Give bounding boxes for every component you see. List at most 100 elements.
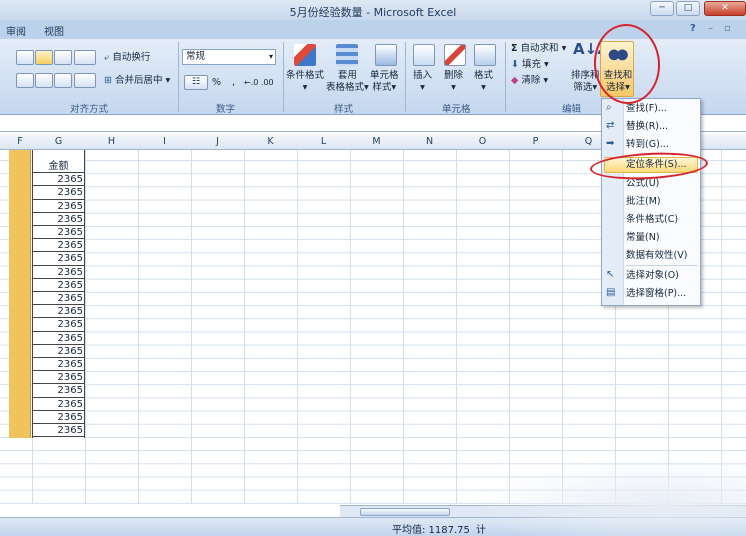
chevron-down-icon: ▾ [541, 59, 549, 70]
table-format-icon[interactable] [336, 44, 358, 66]
scrollbar-thumb[interactable] [360, 508, 450, 516]
title-bar: 5月份经验数量 - Microsoft Excel ─ □ ✕ [0, 0, 746, 20]
group-divider [283, 42, 284, 112]
align-bottom-icon[interactable] [54, 50, 72, 65]
table-cell[interactable]: 2365 [32, 252, 85, 266]
tab-review[interactable]: 审阅 [6, 23, 26, 38]
menu-item-select-objects[interactable]: 选择对象(O) [626, 268, 679, 284]
column-header-g[interactable]: G [32, 136, 85, 147]
column-header-l[interactable]: L [297, 136, 350, 147]
group-label-cells: 单元格 [442, 104, 471, 115]
amount-header-cell[interactable]: 金额 [32, 160, 85, 174]
chevron-down-icon: ▾ [391, 82, 397, 93]
group-label-style: 样式 [334, 104, 354, 115]
cell-style-icon[interactable] [375, 44, 397, 66]
menu-item-comments[interactable]: 批注(M) [626, 194, 661, 210]
column-header-i[interactable]: I [138, 136, 191, 147]
menu-item-conditional-format[interactable]: 条件格式(C) [626, 212, 678, 228]
table-cell[interactable]: 2365 [32, 226, 85, 240]
currency-icon[interactable]: ☷ [184, 75, 208, 90]
table-cell[interactable]: 2365 [32, 318, 85, 332]
table-cell[interactable]: 2365 [32, 305, 85, 319]
table-cell[interactable]: 2365 [32, 173, 85, 187]
chevron-down-icon: ▾ [420, 82, 425, 93]
table-cell[interactable]: 2365 [32, 292, 85, 306]
find-icon: ⌕ [606, 102, 612, 113]
delete-button[interactable]: 删除 ▾ [444, 70, 463, 94]
column-header-p[interactable]: P [509, 136, 562, 147]
wrap-text-button[interactable]: ⤶ 自动换行 [104, 52, 150, 64]
table-cell[interactable]: 2365 [32, 411, 85, 424]
percent-button[interactable]: % [212, 77, 221, 89]
table-cell[interactable]: 2365 [32, 424, 85, 438]
menu-item-goto[interactable]: 转到(G)... [626, 137, 669, 153]
decimal-buttons[interactable]: ←.0 .00 [244, 77, 274, 89]
ribbon-min-icon[interactable]: – [708, 23, 713, 34]
minimize-button[interactable]: ─ [650, 1, 674, 16]
status-average: 平均值: 1187.75 [392, 525, 470, 536]
ribbon-restore-icon[interactable]: ▫ [724, 23, 731, 34]
table-cell[interactable]: 2365 [32, 345, 85, 358]
format-button[interactable]: 格式 ▾ [474, 70, 493, 94]
chevron-down-icon: ▾ [364, 82, 369, 93]
table-cell[interactable]: 2365 [32, 332, 85, 345]
chevron-down-icon: ▾ [302, 82, 308, 93]
wrap-text-icon: ⤶ [104, 52, 110, 63]
table-cell[interactable]: 2365 [32, 266, 85, 279]
align-left-icon[interactable] [16, 73, 34, 88]
table-cell[interactable]: 2365 [32, 371, 85, 385]
group-label-number: 数字 [216, 104, 236, 115]
comma-button[interactable]: , [232, 77, 235, 89]
insert-button[interactable]: 插入 ▾ [413, 70, 432, 94]
column-header-h[interactable]: H [85, 136, 138, 147]
cell-style-button[interactable]: 单元格 样式▾ [370, 70, 399, 94]
autosum-button[interactable]: Σ 自动求和 ▾ [511, 43, 566, 55]
align-top-icon[interactable] [16, 50, 34, 65]
menu-item-data-validation[interactable]: 数据有效性(V) [626, 248, 687, 264]
format-cells-icon[interactable] [474, 44, 496, 66]
column-header-o[interactable]: O [456, 136, 509, 147]
table-cell[interactable]: 2365 [32, 358, 85, 372]
column-header-j[interactable]: J [191, 136, 244, 147]
menu-item-replace[interactable]: 替换(R)... [626, 119, 668, 135]
highlighted-column-f[interactable] [9, 150, 31, 438]
table-cell[interactable]: 2365 [32, 200, 85, 213]
merge-center-button[interactable]: ⊞ 合并后居中 ▾ [104, 75, 170, 87]
table-cell[interactable]: 2365 [32, 398, 85, 411]
align-middle-icon[interactable] [35, 50, 53, 65]
group-label-edit: 编辑 [562, 104, 582, 115]
column-header-f[interactable]: F [9, 136, 31, 147]
table-cell[interactable]: 2365 [32, 186, 85, 200]
table-cell[interactable]: 2365 [32, 213, 85, 226]
insert-cells-icon[interactable] [413, 44, 435, 66]
select-objects-icon: ↖ [606, 269, 615, 280]
menu-item-constants[interactable]: 常量(N) [626, 230, 660, 246]
column-header-k[interactable]: K [244, 136, 297, 147]
delete-cells-icon[interactable] [444, 44, 466, 66]
table-cell[interactable]: 2365 [32, 279, 85, 292]
conditional-format-icon[interactable] [294, 44, 316, 66]
clear-button[interactable]: ◆ 清除 ▾ [511, 75, 548, 87]
menu-item-selection-pane[interactable]: 选择窗格(P)... [626, 286, 686, 302]
number-format-select[interactable]: 常规 ▾ [182, 49, 276, 65]
fill-button[interactable]: ⬇ 填充 ▾ [511, 59, 549, 71]
chevron-down-icon: ▾ [481, 82, 486, 93]
conditional-format-button[interactable]: 条件格式 ▾ [286, 70, 324, 94]
align-right-icon[interactable] [54, 73, 72, 88]
column-header-m[interactable]: M [350, 136, 403, 147]
menu-separator [626, 265, 698, 266]
close-button[interactable]: ✕ [704, 1, 746, 16]
chevron-down-icon: ▾ [592, 82, 598, 93]
column-header-n[interactable]: N [403, 136, 456, 147]
selection-pane-icon: ▤ [606, 287, 616, 298]
maximize-button[interactable]: □ [676, 1, 700, 16]
align-center-icon[interactable] [35, 73, 53, 88]
orientation-icon[interactable] [74, 50, 96, 65]
tab-view[interactable]: 视图 [44, 23, 64, 38]
table-cell[interactable]: 2365 [32, 239, 85, 253]
table-cell[interactable]: 2365 [32, 384, 85, 398]
indent-icon[interactable] [74, 73, 96, 88]
help-icon[interactable]: ? [690, 23, 696, 34]
table-format-button[interactable]: 套用 表格格式▾ [326, 70, 369, 94]
chevron-down-icon: ▾ [451, 82, 456, 93]
